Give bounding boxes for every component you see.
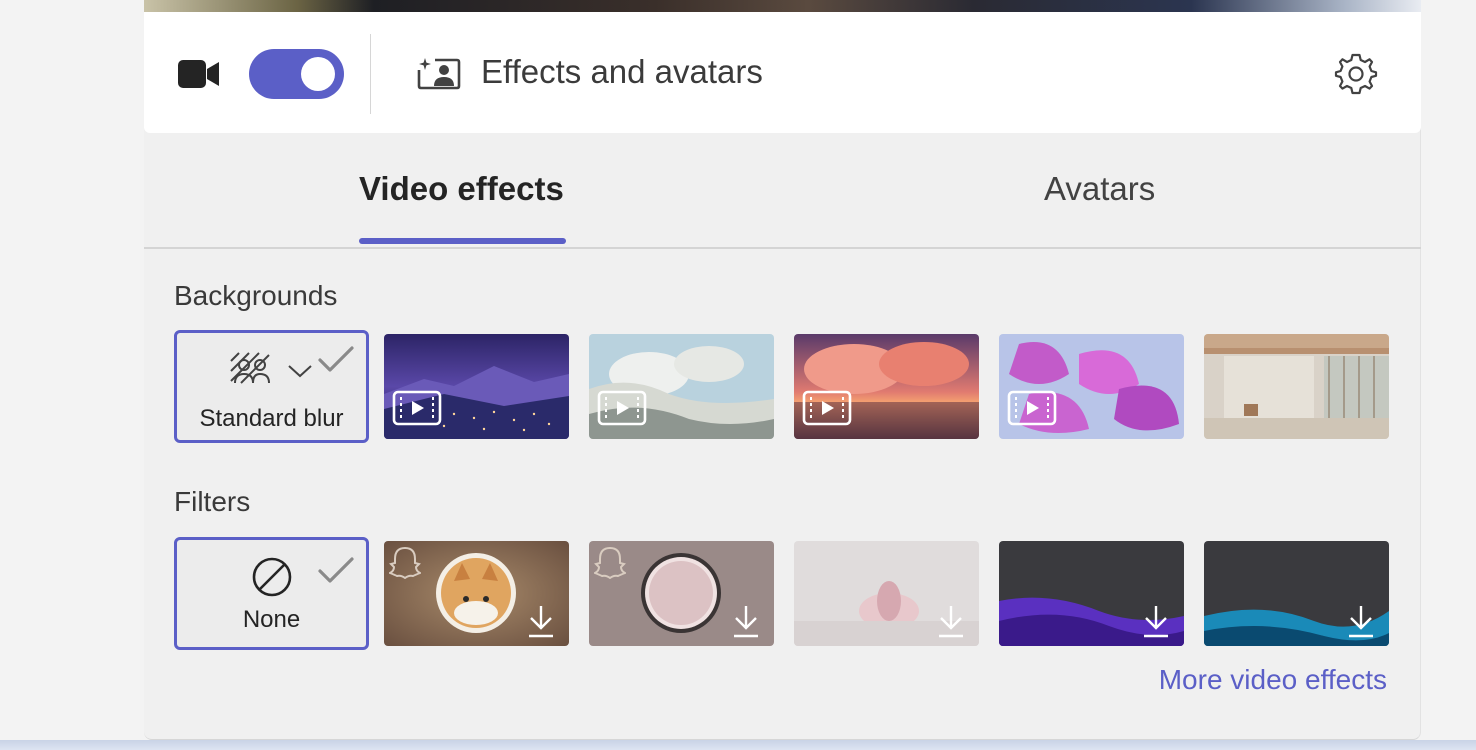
background-tile[interactable]	[999, 334, 1184, 439]
tile-label: Standard blur	[199, 405, 344, 432]
play-badge-icon	[392, 390, 442, 426]
tabs-divider	[144, 247, 1421, 249]
background-tile[interactable]	[384, 334, 569, 439]
effects-avatars-icon	[417, 58, 461, 90]
snapchat-ghost-icon	[594, 546, 626, 579]
none-icon	[252, 557, 292, 597]
download-icon[interactable]	[1142, 604, 1170, 638]
filter-tile[interactable]	[999, 541, 1184, 646]
background-tile[interactable]	[794, 334, 979, 439]
backgrounds-title: Backgrounds	[174, 280, 338, 311]
gear-icon[interactable]	[1334, 52, 1378, 96]
download-icon[interactable]	[732, 604, 760, 638]
download-icon[interactable]	[1347, 604, 1375, 638]
snapchat-ghost-icon	[389, 546, 421, 579]
blur-icon	[230, 352, 270, 384]
play-badge-icon	[597, 390, 647, 426]
background-tile[interactable]	[1204, 334, 1389, 439]
tile-label: None	[242, 606, 301, 633]
tab-video-effects[interactable]: Video effects	[359, 170, 564, 208]
taskbar-strip	[0, 740, 1476, 750]
video-camera-icon	[178, 60, 219, 88]
play-badge-icon	[1007, 390, 1057, 426]
toggle-knob	[301, 57, 335, 91]
header-title: Effects and avatars	[481, 53, 763, 90]
filter-tile[interactable]	[589, 541, 774, 646]
play-badge-icon	[802, 390, 852, 426]
filters-title: Filters	[174, 486, 251, 517]
panel-header: Effects and avatars	[144, 12, 1421, 133]
modern-room-image	[1204, 334, 1389, 439]
filter-none[interactable]: None	[174, 537, 369, 650]
background-standard-blur[interactable]: Standard blur	[174, 330, 369, 443]
checkmark-icon	[318, 557, 354, 583]
camera-toggle[interactable]	[249, 49, 344, 99]
download-icon[interactable]	[527, 604, 555, 638]
filter-tile[interactable]	[384, 541, 569, 646]
effects-panel: Effects and avatars Video effects Avatar…	[144, 0, 1421, 740]
active-tab-indicator	[359, 238, 566, 244]
video-preview	[144, 0, 1421, 12]
background-tile[interactable]	[589, 334, 774, 439]
checkmark-icon	[318, 346, 354, 372]
tab-avatars[interactable]: Avatars	[1044, 170, 1155, 208]
chevron-down-icon[interactable]	[287, 363, 313, 379]
header-divider	[370, 34, 371, 114]
download-icon[interactable]	[937, 604, 965, 638]
more-video-effects-link[interactable]: More video effects	[1159, 664, 1387, 696]
filter-tile[interactable]	[794, 541, 979, 646]
filter-tile[interactable]	[1204, 541, 1389, 646]
